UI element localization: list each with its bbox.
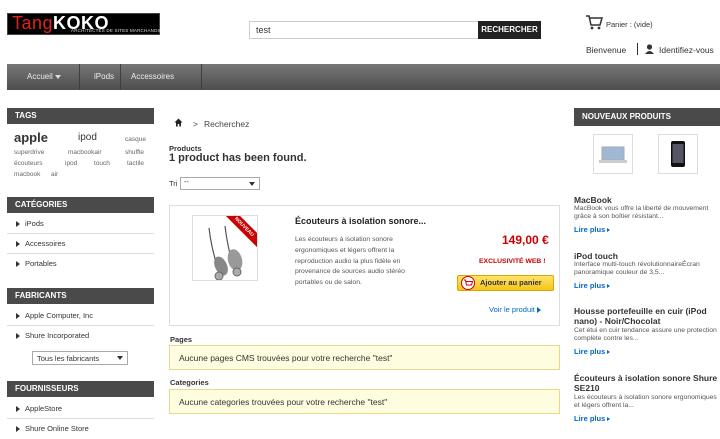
sort-select-value: -- bbox=[184, 179, 189, 186]
login-link[interactable]: Identifiez-vous bbox=[659, 45, 714, 55]
add-to-cart-label: Ajouter au panier bbox=[480, 278, 542, 287]
macbook-thumbnail[interactable] bbox=[593, 134, 633, 174]
user-icon bbox=[645, 44, 654, 54]
tag-macbook[interactable]: macbook bbox=[14, 171, 40, 178]
new-product-desc: Interface multi-touch révolutionnaireÉcr… bbox=[574, 261, 700, 276]
welcome-text: Bienvenue bbox=[586, 45, 627, 55]
manufacturer-item[interactable]: Apple Computer, Inc bbox=[7, 306, 154, 326]
search-input[interactable]: test bbox=[249, 21, 479, 39]
site-logo[interactable]: TangKOKO ARCHITECTES DE SITES MARCHANDS bbox=[7, 13, 161, 35]
view-product-label: Voir le produit bbox=[489, 305, 535, 314]
search-button[interactable]: RECHERCHER bbox=[478, 21, 541, 39]
nav-accessories[interactable]: Accessoires bbox=[131, 64, 174, 90]
chevron-right-icon bbox=[536, 307, 541, 314]
macbook-image bbox=[599, 146, 627, 163]
tag-apple[interactable]: apple bbox=[14, 130, 48, 145]
nav-separator bbox=[120, 64, 121, 90]
new-product-title[interactable]: Housse portefeuille en cuir (iPod nano) … bbox=[574, 306, 720, 326]
chevron-right-icon bbox=[607, 284, 611, 289]
cart-label[interactable]: Panier : (vide) bbox=[606, 20, 653, 29]
tags-title: TAGS bbox=[7, 108, 154, 124]
nav-home-label: Accueil bbox=[27, 72, 53, 81]
read-more-link[interactable]: Lire plus bbox=[574, 281, 611, 290]
supplier-item[interactable]: AppleStore bbox=[7, 399, 154, 419]
cart-icon[interactable] bbox=[585, 14, 603, 30]
product-description: Les écouteurs à isolation sonore ergonom… bbox=[295, 236, 405, 287]
main-nav: Accueil iPods Accessoires bbox=[7, 64, 720, 90]
tag-shuffle[interactable]: shuffle bbox=[125, 149, 144, 156]
tag-superdrive[interactable]: superdrive bbox=[14, 149, 44, 156]
breadcrumb-separator: > bbox=[193, 119, 198, 129]
ipod-thumbnail[interactable] bbox=[658, 134, 698, 174]
new-product-title[interactable]: MacBook bbox=[574, 195, 612, 205]
manufacturers-title: FABRICANTS bbox=[7, 288, 154, 304]
supplier-item[interactable]: Shure Online Store bbox=[7, 419, 154, 439]
read-more-label: Lire plus bbox=[574, 281, 606, 290]
new-product-desc: MacBook vous offre la liberté de mouveme… bbox=[574, 205, 709, 220]
category-item[interactable]: Portables bbox=[7, 254, 154, 274]
ipod-image bbox=[671, 141, 685, 167]
new-product-desc: Les écouteurs à isolation sonore ergonom… bbox=[574, 394, 717, 409]
tag-ecouteurs[interactable]: écouteurs bbox=[14, 160, 43, 167]
category-item[interactable]: Accessoires bbox=[7, 234, 154, 254]
home-icon[interactable] bbox=[174, 118, 183, 127]
new-product-title[interactable]: Écouteurs à isolation sonore Shure SE210 bbox=[574, 373, 720, 393]
nav-ipods[interactable]: iPods bbox=[94, 64, 114, 90]
categories-title: CATÉGORIES bbox=[7, 197, 154, 213]
tag-casque[interactable]: casque bbox=[125, 136, 146, 143]
tag-macbookair[interactable]: macbookair bbox=[68, 149, 102, 156]
manufacturers-select[interactable]: Tous les fabricants bbox=[32, 351, 128, 365]
chevron-right-icon bbox=[607, 350, 611, 355]
tag-ipod-small[interactable]: ipod bbox=[65, 160, 77, 167]
tag-tactile[interactable]: tactile bbox=[127, 160, 144, 167]
tag-air[interactable]: air bbox=[51, 171, 58, 178]
read-more-label: Lire plus bbox=[574, 347, 606, 356]
read-more-link[interactable]: Lire plus bbox=[574, 347, 611, 356]
web-exclusive: EXCLUSIVITÉ WEB ! bbox=[479, 258, 546, 265]
new-product-desc: Cet étui en cuir tendance assure une pro… bbox=[574, 327, 717, 342]
chevron-down-icon bbox=[55, 74, 62, 79]
product-name[interactable]: Écouteurs à isolation sonore... bbox=[295, 216, 426, 226]
chevron-right-icon bbox=[607, 417, 611, 422]
nav-separator bbox=[201, 64, 202, 90]
nav-home[interactable]: Accueil bbox=[27, 64, 62, 90]
header-divider bbox=[637, 43, 638, 55]
categories-label: Categories bbox=[170, 378, 209, 387]
sort-label: Tri bbox=[169, 179, 178, 188]
new-products-title: NOUVEAUX PRODUITS bbox=[574, 108, 720, 126]
category-item[interactable]: iPods bbox=[7, 214, 154, 234]
pages-message: Aucune pages CMS trouvées pour votre rec… bbox=[169, 345, 560, 370]
manufacturers-select-value: Tous les fabricants bbox=[37, 354, 100, 363]
new-product-title[interactable]: iPod touch bbox=[574, 251, 618, 261]
product-image[interactable]: NOUVEAU bbox=[192, 215, 258, 281]
product-price: 149,00 € bbox=[502, 233, 549, 247]
breadcrumb: Recherchez bbox=[204, 119, 250, 129]
suppliers-title: FOURNISSEURS bbox=[7, 381, 154, 397]
tag-ipod[interactable]: ipod bbox=[78, 132, 97, 143]
chevron-right-icon bbox=[607, 228, 611, 233]
read-more-label: Lire plus bbox=[574, 414, 606, 423]
chevron-down-icon bbox=[249, 182, 255, 186]
view-product-link[interactable]: Voir le produit bbox=[489, 305, 541, 314]
cart-icon bbox=[461, 276, 475, 290]
manufacturer-item[interactable]: Shure Incorporated bbox=[7, 326, 154, 346]
read-more-link[interactable]: Lire plus bbox=[574, 225, 611, 234]
page-title: 1 product has been found. bbox=[169, 152, 307, 164]
categories-message: Aucune categories trouvées pour votre re… bbox=[169, 389, 560, 414]
logo-text-left: Tang bbox=[12, 13, 54, 33]
logo-subtitle: ARCHITECTES DE SITES MARCHANDS bbox=[71, 28, 161, 33]
nav-separator bbox=[79, 64, 80, 90]
pages-label: Pages bbox=[170, 335, 193, 344]
read-more-link[interactable]: Lire plus bbox=[574, 414, 611, 423]
read-more-label: Lire plus bbox=[574, 225, 606, 234]
add-to-cart-button[interactable]: Ajouter au panier bbox=[457, 275, 554, 291]
sort-select[interactable]: -- bbox=[180, 177, 260, 190]
tag-touch[interactable]: touch bbox=[94, 160, 110, 167]
product-card: NOUVEAU Écouteurs à isolation sonore... … bbox=[169, 205, 560, 326]
chevron-down-icon bbox=[117, 356, 123, 360]
